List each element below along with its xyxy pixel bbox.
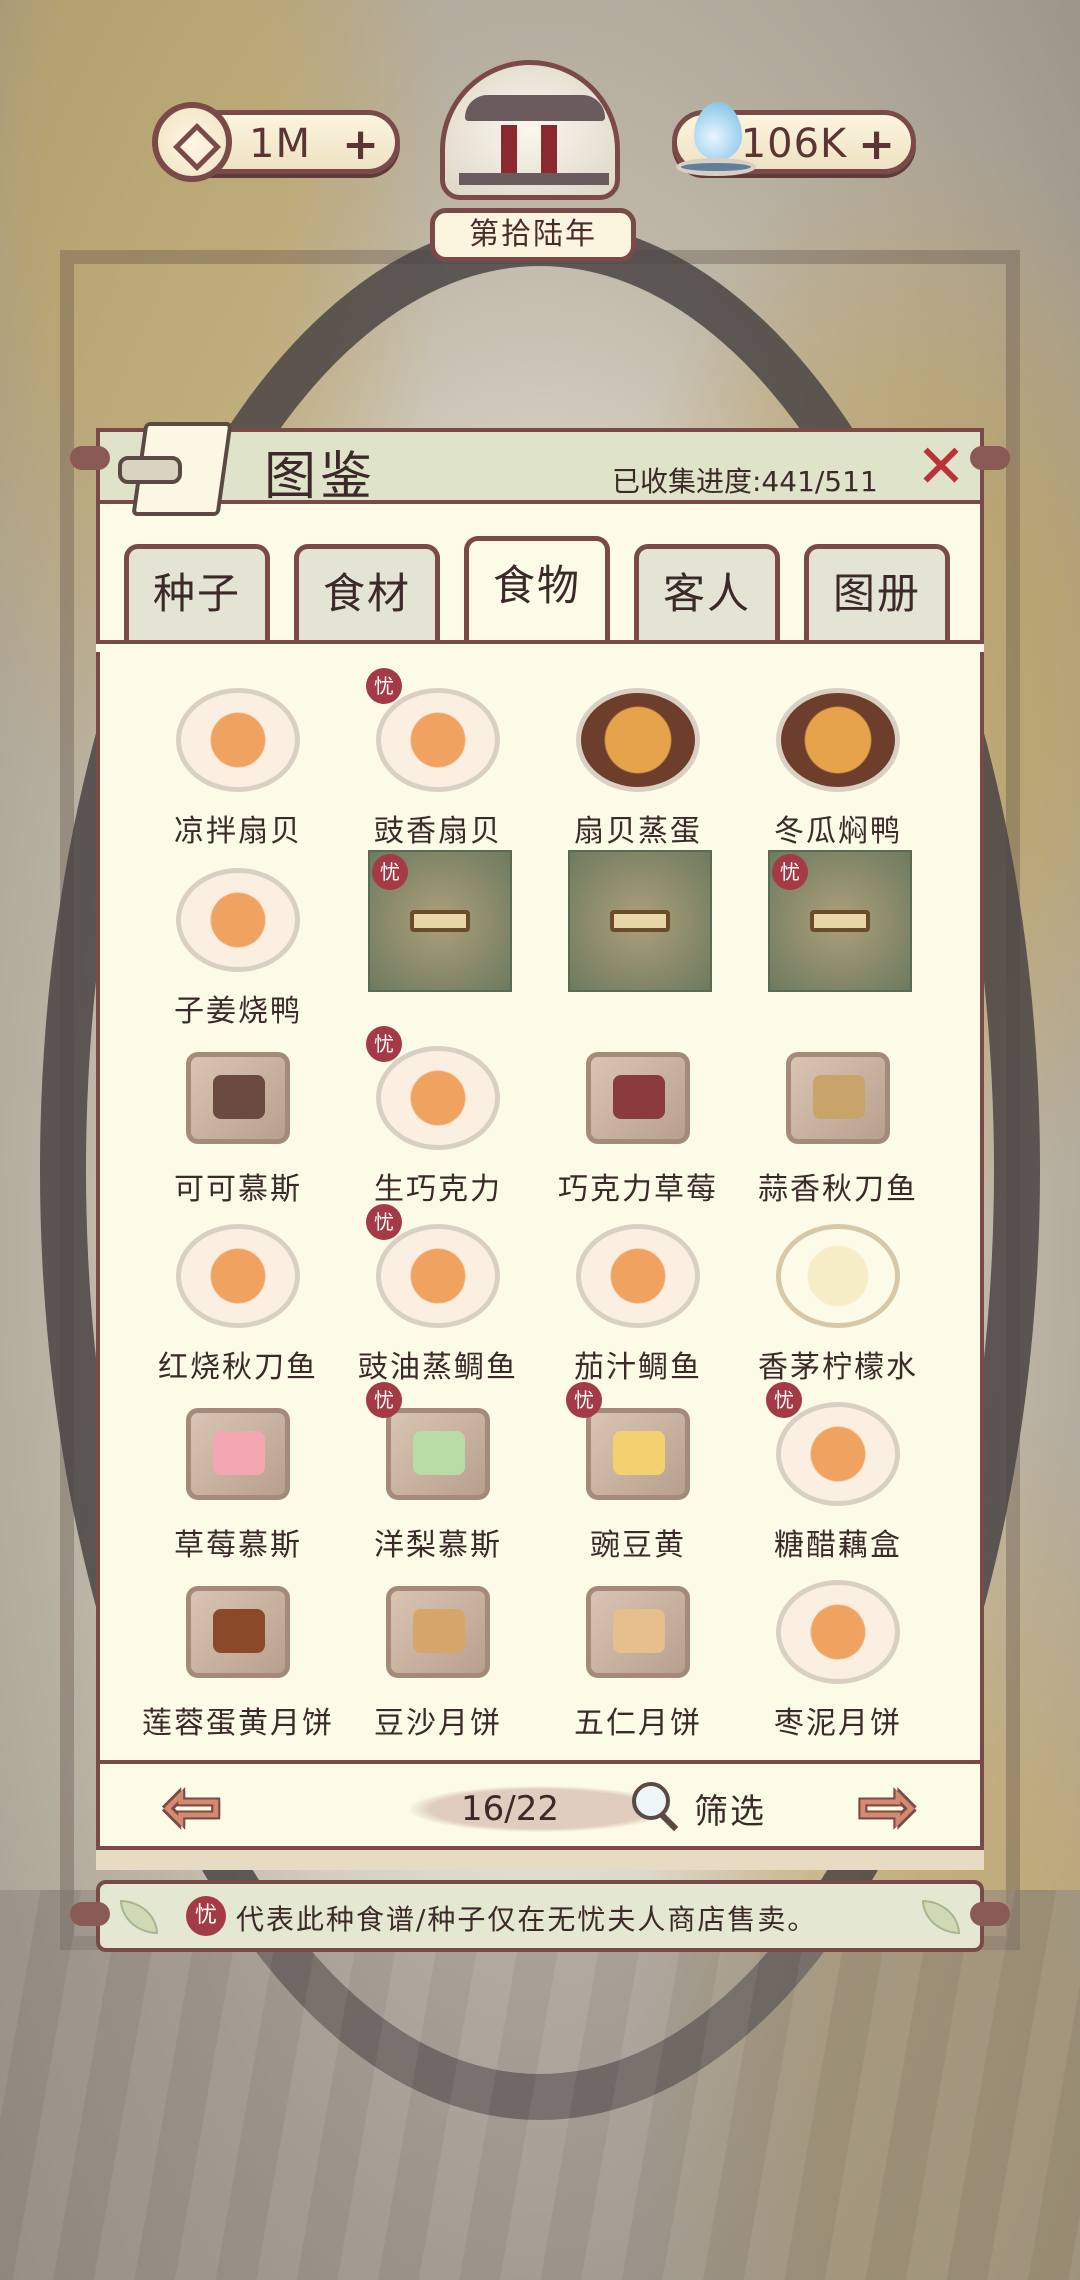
food-icon — [176, 868, 300, 972]
food-item-card[interactable]: 红烧秋刀鱼 — [136, 1196, 340, 1385]
food-icon — [186, 1052, 290, 1144]
shop-badge-icon: 忧 — [366, 1204, 402, 1240]
food-item-card[interactable]: 枣泥月饼 — [736, 1552, 940, 1741]
food-name: 五仁月饼 — [574, 1706, 702, 1741]
food-item-card[interactable]: 莲蓉蛋黄月饼 — [136, 1552, 340, 1741]
note-rod-right — [970, 1902, 1010, 1926]
food-item-card[interactable]: 香茅柠檬水 — [736, 1196, 940, 1385]
food-item-card[interactable]: 忧洋梨慕斯 — [336, 1374, 540, 1563]
shop-badge-icon: 忧 — [766, 1382, 802, 1418]
tab-1[interactable]: 食材 — [294, 544, 440, 644]
panel-title: 图鉴 — [264, 447, 377, 507]
food-icon — [576, 688, 700, 792]
food-item-card[interactable]: 忧豉香扇贝 — [336, 660, 540, 849]
locked-icon — [568, 850, 712, 992]
magnifier-icon[interactable] — [628, 1780, 679, 1832]
food-icon — [376, 688, 500, 792]
food-item-card[interactable]: 豆沙月饼 — [336, 1552, 540, 1741]
food-icon — [776, 688, 900, 792]
shop-badge-icon: 忧 — [566, 1382, 602, 1418]
category-tabs: 种子 食材 食物 客人 图册 — [124, 536, 954, 644]
food-icon — [176, 688, 300, 792]
food-icon — [786, 1052, 890, 1144]
scroll-rod-right — [970, 446, 1010, 470]
food-icon — [776, 1580, 900, 1684]
close-button[interactable]: ✕ — [910, 437, 972, 500]
note-rod-left — [70, 1902, 110, 1926]
shop-badge-icon: 忧 — [366, 1382, 402, 1418]
food-icon — [586, 1408, 690, 1500]
water-drop-icon — [676, 92, 756, 188]
coin-icon — [152, 102, 232, 182]
shop-badge-icon: 忧 — [372, 854, 408, 890]
filter-button[interactable]: 筛选 — [694, 1784, 766, 1833]
add-coins-icon[interactable]: + — [342, 123, 379, 167]
shop-badge-icon: 忧 — [772, 854, 808, 890]
next-page-button[interactable]: ⇨ — [842, 1770, 934, 1842]
food-icon — [386, 1586, 490, 1678]
food-item-card[interactable]: 子姜烧鸭 — [136, 840, 340, 1029]
food-icon — [586, 1052, 690, 1144]
food-item-card[interactable]: 忧豌豆黄 — [536, 1374, 740, 1563]
locked-item-card[interactable]: 忧 — [736, 840, 940, 1020]
food-item-card[interactable]: 凉拌扇贝 — [136, 660, 340, 849]
add-water-icon[interactable]: + — [858, 123, 895, 167]
food-icon — [186, 1586, 290, 1678]
tab-0[interactable]: 种子 — [124, 544, 270, 644]
food-icon — [586, 1586, 690, 1678]
year-badge: 第拾陆年 — [430, 208, 636, 262]
food-name: 枣泥月饼 — [774, 1706, 902, 1741]
shop-badge-icon: 忧 — [366, 1026, 402, 1062]
locked-item-card[interactable]: 忧 — [336, 840, 540, 1020]
locked-item-card[interactable] — [536, 840, 740, 1020]
collection-progress: 已收集进度:441/511 — [612, 465, 878, 498]
shop-badge-icon: 忧 — [366, 668, 402, 704]
tab-2[interactable]: 食物 — [464, 536, 610, 644]
panel-bottom-edge — [96, 1846, 984, 1870]
tab-divider — [96, 640, 984, 652]
food-icon — [776, 1402, 900, 1506]
food-item-card[interactable]: 忧糖醋藕盒 — [736, 1374, 940, 1563]
food-icon — [176, 1224, 300, 1328]
food-name: 莲蓉蛋黄月饼 — [142, 1706, 334, 1741]
page-number: 16/22 — [461, 1789, 559, 1829]
legend-text: 代表此种食谱/种子仅在无忧夫人商店售卖。 — [236, 1903, 818, 1936]
prev-page-button[interactable]: ⇦ — [146, 1770, 238, 1842]
food-item-card[interactable]: 草莓慕斯 — [136, 1374, 340, 1563]
scroll-icon — [118, 416, 238, 516]
tab-3[interactable]: 客人 — [634, 544, 780, 644]
tab-4[interactable]: 图册 — [804, 544, 950, 644]
food-item-card[interactable]: 扇贝蒸蛋 — [536, 660, 740, 849]
scroll-rod-left — [70, 446, 110, 470]
shop-badge-icon: 忧 — [186, 1896, 226, 1936]
food-icon — [186, 1408, 290, 1500]
food-item-card[interactable]: 五仁月饼 — [536, 1552, 740, 1741]
food-icon — [576, 1224, 700, 1328]
food-icon — [376, 1046, 500, 1150]
item-grid: 凉拌扇贝忧豉香扇贝 扇贝蒸蛋 冬瓜焖鸭 子姜烧鸭忧忧可可慕斯忧生巧克力 巧克力草莓 蒜香秋… — [136, 660, 952, 1760]
food-icon — [776, 1224, 900, 1328]
food-item-card[interactable]: 忧生巧克力 — [336, 1018, 540, 1207]
food-icon — [386, 1408, 490, 1500]
food-item-card[interactable]: 可可慕斯 — [136, 1018, 340, 1207]
food-icon — [376, 1224, 500, 1328]
food-item-card[interactable]: 蒜香秋刀鱼 — [736, 1018, 940, 1207]
food-item-card[interactable]: 巧克力草莓 — [536, 1018, 740, 1207]
food-name: 豆沙月饼 — [374, 1706, 502, 1741]
pager-divider — [96, 1760, 984, 1764]
food-item-card[interactable]: 忧豉油蒸鲷鱼 — [336, 1196, 540, 1385]
food-item-card[interactable]: 茄汁鲷鱼 — [536, 1196, 740, 1385]
food-item-card[interactable]: 冬瓜焖鸭 — [736, 660, 940, 849]
